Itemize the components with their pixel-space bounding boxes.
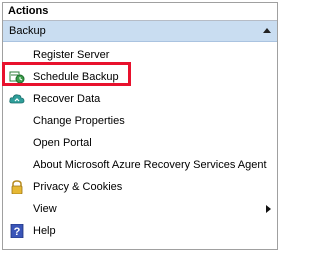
- action-change-properties[interactable]: Change Properties: [3, 110, 277, 132]
- actions-panel: Actions Backup Register Server Schedule …: [2, 2, 278, 250]
- action-label: Recover Data: [33, 93, 101, 105]
- submenu-arrow-icon: [266, 205, 271, 213]
- panel-title: Actions: [3, 3, 277, 21]
- action-label: Help: [33, 225, 56, 237]
- action-privacy-cookies[interactable]: Privacy & Cookies: [3, 176, 277, 198]
- cloud-recover-icon: [9, 94, 25, 104]
- action-about-agent[interactable]: About Microsoft Azure Recovery Services …: [3, 154, 277, 176]
- section-header-backup[interactable]: Backup: [3, 21, 277, 42]
- collapse-arrow-icon[interactable]: [263, 28, 271, 33]
- section-label: Backup: [9, 25, 46, 37]
- action-open-portal[interactable]: Open Portal: [3, 132, 277, 154]
- action-label: Open Portal: [33, 137, 92, 149]
- action-recover-data[interactable]: Recover Data: [3, 88, 277, 110]
- lock-icon: [11, 180, 23, 194]
- action-label: View: [33, 203, 57, 215]
- help-icon: ?: [10, 224, 24, 238]
- svg-text:?: ?: [14, 226, 21, 238]
- action-label: About Microsoft Azure Recovery Services …: [33, 159, 267, 171]
- highlight-box: [2, 62, 131, 86]
- action-label: Change Properties: [33, 115, 125, 127]
- action-label: Privacy & Cookies: [33, 181, 123, 193]
- action-help[interactable]: ? Help: [3, 220, 277, 242]
- action-view[interactable]: View: [3, 198, 277, 220]
